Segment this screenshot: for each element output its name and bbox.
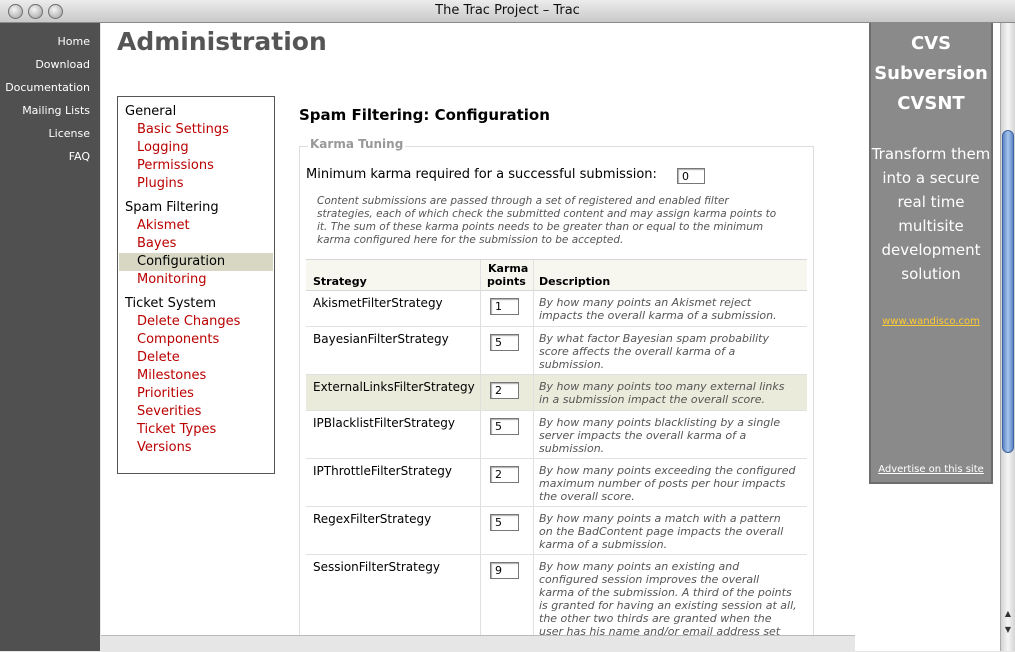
scroll-up-arrow-icon[interactable]: ▲ [1001, 607, 1015, 621]
strategy-name: SessionFilterStrategy [313, 560, 440, 574]
strategy-name: BayesianFilterStrategy [313, 332, 449, 346]
strategy-name: IPBlacklistFilterStrategy [313, 416, 456, 430]
admin-link-milestones[interactable]: Milestones [119, 367, 273, 385]
strategy-description: By how many points blacklisting by a sin… [539, 416, 781, 455]
admin-link-bayes[interactable]: Bayes [119, 235, 273, 253]
panel-heading: Spam Filtering: Configuration [299, 106, 550, 124]
admin-link-logging[interactable]: Logging [119, 139, 273, 157]
karma-input[interactable]: 5 [490, 418, 519, 435]
admin-nav: General Basic Settings Logging Permissio… [117, 96, 275, 474]
min-karma-input[interactable]: 0 [677, 168, 705, 184]
strategy-description: By how many points an existing and confi… [539, 560, 797, 635]
karma-column-header-line1: Karma [488, 262, 529, 275]
strategy-description: By how many points a match with a patter… [539, 512, 784, 551]
admin-link-severities[interactable]: Severities [119, 403, 273, 421]
ad-text-line: development [881, 241, 981, 259]
admin-link-versions[interactable]: Versions [119, 439, 273, 457]
karma-input[interactable]: 9 [490, 562, 519, 579]
karma-column-header-line2: points [487, 275, 526, 288]
strategy-name: RegexFilterStrategy [313, 512, 432, 526]
admin-link-plugins[interactable]: Plugins [119, 175, 273, 193]
scrollbar-thumb[interactable] [1002, 130, 1014, 453]
karma-input[interactable]: 2 [490, 382, 519, 399]
karma-tuning-legend: Karma Tuning [308, 137, 406, 151]
window-title: The Trac Project – Trac [435, 3, 580, 18]
nav-faq-link[interactable]: FAQ [69, 150, 90, 163]
site-nav: Home Download Documentation Mailing List… [0, 23, 100, 651]
admin-link-monitoring[interactable]: Monitoring [119, 271, 273, 289]
table-row: IPThrottleFilterStrategy 2 By how many p… [306, 459, 807, 507]
status-bar [101, 635, 855, 652]
ad-text-line: Transform them [871, 145, 991, 163]
strategy-column-header: Strategy [313, 275, 367, 288]
table-header: Strategy Karma points Description [306, 260, 807, 291]
advertise-link[interactable]: Advertise on this site [871, 464, 991, 475]
strategy-description: By how many points too many external lin… [539, 380, 785, 406]
strategy-description: By how many points exceeding the configu… [539, 464, 796, 503]
admin-group-general: General [125, 104, 177, 119]
nav-license-link[interactable]: License [49, 127, 90, 140]
ad-text-line: into a secure [882, 169, 980, 187]
ad-headline-cvs: CVS [910, 33, 952, 54]
karma-input[interactable]: 5 [490, 334, 519, 351]
column-divider [533, 260, 534, 635]
window-titlebar: The Trac Project – Trac [0, 0, 1015, 23]
ad-text-line: solution [901, 265, 961, 283]
admin-link-priorities[interactable]: Priorities [119, 385, 273, 403]
vertical-scrollbar[interactable]: ▲ ▼ [1000, 23, 1015, 651]
nav-download-link[interactable]: Download [35, 58, 90, 71]
scroll-down-arrow-icon[interactable]: ▼ [1001, 623, 1015, 637]
table-row: RegexFilterStrategy 5 By how many points… [306, 507, 807, 555]
admin-link-configuration[interactable]: Configuration [119, 253, 273, 271]
advertisement[interactable]: CVS Subversion CVSNT Transform them into… [869, 23, 993, 484]
strategy-name: ExternalLinksFilterStrategy [313, 380, 475, 394]
ad-text-line: real time [897, 193, 965, 211]
ad-text-line: multisite [898, 217, 964, 235]
main-content: Administration General Basic Settings Lo… [101, 23, 855, 635]
table-row: AkismetFilterStrategy 1 By how many poin… [306, 291, 807, 327]
min-karma-label: Minimum karma required for a successful … [306, 167, 657, 182]
karma-input[interactable]: 2 [490, 466, 519, 483]
admin-group-ticket-system: Ticket System [125, 296, 217, 311]
column-divider [480, 260, 481, 635]
admin-link-ticket-types[interactable]: Ticket Types [119, 421, 273, 439]
strategy-description: By what factor Bayesian spam probability… [539, 332, 769, 371]
karma-input[interactable]: 5 [490, 514, 519, 531]
table-row: SessionFilterStrategy 9 By how many poin… [306, 555, 807, 635]
page-title: Administration [117, 27, 327, 56]
ad-url-link[interactable]: www.wandisco.com [871, 316, 991, 327]
karma-hint: Content submissions are passed through a… [317, 195, 777, 246]
strategy-name: AkismetFilterStrategy [313, 296, 443, 310]
nav-home-link[interactable]: Home [58, 35, 90, 48]
description-column-header: Description [539, 275, 611, 288]
strategy-table: Strategy Karma points Description Akisme… [306, 259, 807, 635]
admin-link-basic-settings[interactable]: Basic Settings [119, 121, 273, 139]
strategy-description: By how many points an Akismet reject imp… [539, 296, 777, 322]
admin-link-components[interactable]: Components [119, 331, 273, 349]
ad-headline-cvsnt: CVSNT [897, 93, 965, 114]
admin-link-permissions[interactable]: Permissions [119, 157, 273, 175]
admin-link-akismet[interactable]: Akismet [119, 217, 273, 235]
table-row: BayesianFilterStrategy 5 By what factor … [306, 327, 807, 375]
nav-documentation-link[interactable]: Documentation [5, 81, 90, 94]
admin-link-delete-changes[interactable]: Delete Changes [119, 313, 273, 331]
admin-group-spam-filtering: Spam Filtering [125, 200, 219, 215]
table-row: IPBlacklistFilterStrategy 5 By how many … [306, 411, 807, 459]
admin-link-delete[interactable]: Delete [119, 349, 273, 367]
nav-mailing-lists-link[interactable]: Mailing Lists [22, 104, 90, 117]
ad-headline-subversion: Subversion [874, 63, 988, 84]
ad-column: CVS Subversion CVSNT Transform them into… [855, 23, 1000, 651]
karma-input[interactable]: 1 [490, 298, 519, 315]
strategy-name: IPThrottleFilterStrategy [313, 464, 452, 478]
table-row: ExternalLinksFilterStrategy 2 By how man… [306, 375, 807, 411]
